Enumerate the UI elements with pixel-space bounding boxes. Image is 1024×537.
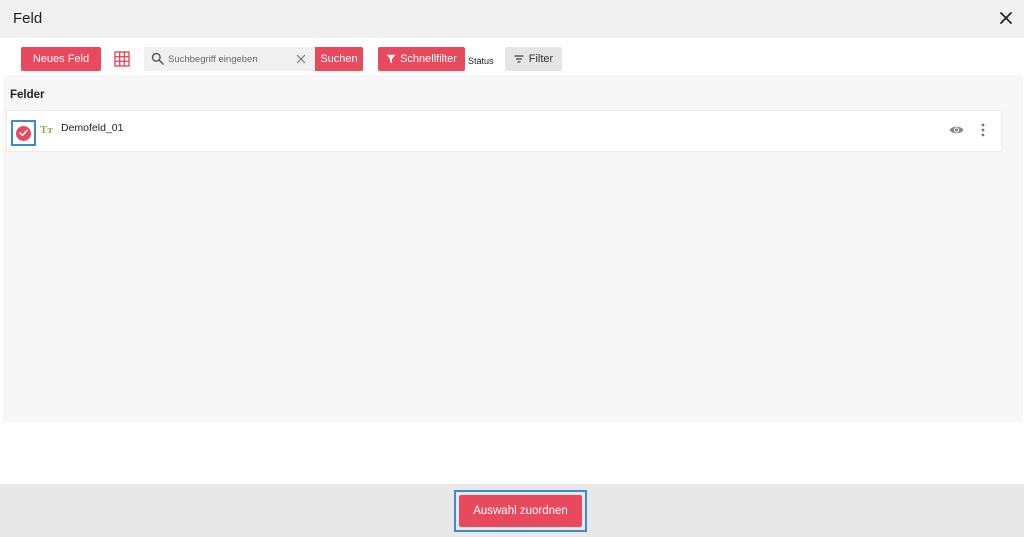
item-name: Demofeld_01 [61, 122, 124, 134]
field-dialog: Feld Neues Feld Suchen [0, 0, 1024, 537]
more-vertical-icon[interactable] [981, 123, 985, 137]
clear-search-icon[interactable] [295, 53, 307, 65]
dialog-header: Feld [0, 0, 1024, 38]
search-input[interactable] [168, 50, 288, 68]
filter-label: Filter [528, 53, 554, 65]
close-button[interactable] [994, 6, 1018, 30]
filter-button[interactable]: Filter [505, 47, 562, 71]
item-select-checkbox[interactable] [11, 120, 36, 146]
close-icon [1000, 12, 1012, 24]
section-title: Felder [10, 89, 45, 101]
new-field-button[interactable]: Neues Feld [21, 47, 101, 71]
quickfilter-button[interactable]: Schnellfilter [378, 47, 465, 71]
status-label: Status [468, 56, 494, 66]
quickfilter-label: Schnellfilter [400, 53, 457, 65]
assign-focus-ring: Auswahl zuordnen [454, 490, 587, 532]
assign-selection-button[interactable]: Auswahl zuordnen [459, 495, 582, 527]
fields-panel: Felder Tт Demofeld_01 [3, 75, 1023, 422]
funnel-icon [386, 54, 396, 64]
eye-icon[interactable] [949, 124, 964, 136]
text-type-icon: Tт [40, 124, 53, 136]
search-icon [151, 52, 164, 65]
search-button[interactable]: Suchen [315, 47, 363, 71]
filter-lines-icon [514, 55, 524, 63]
toolbar: Neues Feld Suchen Schnellfilter Stat [0, 38, 1024, 75]
search-box [144, 47, 315, 71]
checked-circle-icon [16, 125, 31, 141]
grid-view-icon[interactable] [114, 51, 130, 67]
dialog-title: Feld [13, 10, 43, 27]
dialog-footer: Auswahl zuordnen [0, 484, 1024, 537]
list-item[interactable]: Tт Demofeld_01 [6, 110, 1002, 152]
